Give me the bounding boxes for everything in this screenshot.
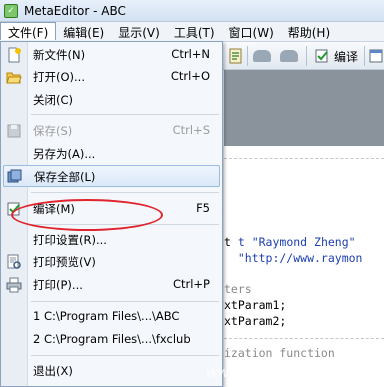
- menu-separator: [31, 224, 219, 225]
- toolbar-separator: [306, 46, 307, 66]
- menu-item-label: 新文件(N): [33, 48, 86, 62]
- toolbar-separator: [247, 46, 248, 66]
- printer-icon: [6, 277, 22, 293]
- menu-item-print-preview[interactable]: 打印预览(V): [3, 251, 220, 273]
- redo-icon: [280, 50, 298, 62]
- menu-item-shortcut: F5: [196, 201, 210, 215]
- watermark: www.eafxw.com EA外汇网: [206, 365, 384, 381]
- menu-item-print-setup[interactable]: 打印设置(R)...: [3, 229, 220, 251]
- code-line: ters: [224, 282, 252, 296]
- code-line: xtParam1;: [224, 298, 287, 312]
- new-file-icon: [8, 47, 21, 63]
- compile-icon: [7, 202, 20, 216]
- save-icon: [7, 124, 21, 138]
- menu-item-label: 保存全部(L): [34, 170, 96, 184]
- compile-label: 编译: [334, 49, 359, 64]
- menu-bar: 文件(F) 编辑(E) 显示(V) 工具(T) 窗口(W) 帮助(H): [0, 22, 384, 42]
- code-line: ization function: [224, 346, 335, 360]
- toolbar-more-button[interactable]: [369, 47, 383, 65]
- menu-tools[interactable]: 工具(T): [167, 22, 222, 40]
- menu-item-shortcut: Ctrl+S: [172, 123, 210, 137]
- compile-icon: [315, 49, 328, 63]
- menu-item-label: 关闭(C): [33, 93, 74, 107]
- undo-icon: [253, 50, 271, 62]
- menu-item-new-file[interactable]: 新文件(N) Ctrl+N: [3, 44, 220, 66]
- menu-item-label: 打印设置(R)...: [33, 233, 107, 247]
- menu-item-label: 打印(P)...: [33, 278, 83, 292]
- menu-item-label: 打印预览(V): [33, 255, 96, 269]
- toolbar-script-button[interactable]: [228, 47, 244, 65]
- menu-edit[interactable]: 编辑(E): [56, 22, 111, 40]
- print-preview-icon: [7, 254, 21, 269]
- menu-item-recent-1[interactable]: 1 C:\Program Files\...\ABC: [3, 306, 220, 328]
- code-line: xtParam2;: [224, 314, 287, 328]
- menu-file[interactable]: 文件(F): [0, 22, 57, 40]
- menu-separator: [31, 301, 219, 302]
- menu-item-save-all[interactable]: 保存全部(L): [3, 165, 220, 187]
- menu-item-compile[interactable]: 编译(M) F5: [3, 198, 220, 220]
- file-menu-dropdown: 新文件(N) Ctrl+N 打开(O)... Ctrl+O 关闭(C) 保存(S…: [0, 41, 223, 387]
- menu-item-save-as[interactable]: 另存为(A)...: [3, 143, 220, 165]
- title-bar: ✓ MetaEditor - ABC: [0, 0, 384, 22]
- menu-item-shortcut: Ctrl+O: [170, 69, 210, 83]
- editor-tab-area: [224, 70, 384, 146]
- menu-item-print[interactable]: 打印(P)... Ctrl+P: [3, 274, 220, 296]
- code-line: "http://www.raymon: [224, 251, 363, 265]
- window-title: MetaEditor - ABC: [24, 3, 126, 18]
- menu-item-save[interactable]: 保存(S) Ctrl+S: [3, 120, 220, 142]
- menu-item-shortcut: Ctrl+N: [171, 47, 210, 61]
- menu-item-exit[interactable]: 退出(X): [3, 360, 220, 382]
- code-editor[interactable]: t t "Raymond Zheng" "http://www.raymon t…: [224, 146, 384, 387]
- menu-separator: [31, 355, 219, 356]
- menu-separator: [31, 114, 219, 115]
- menu-item-label: 另存为(A)...: [33, 147, 96, 161]
- app-icon: ✓: [4, 3, 18, 18]
- window-icon: [369, 49, 383, 63]
- menu-item-open[interactable]: 打开(O)... Ctrl+O: [3, 66, 220, 88]
- code-divider: [224, 338, 384, 339]
- code-line: t t "Raymond Zheng": [224, 235, 356, 249]
- menu-view[interactable]: 显示(V): [111, 22, 167, 40]
- menu-item-shortcut: Ctrl+P: [172, 277, 210, 291]
- menu-separator: [31, 192, 219, 193]
- menu-item-label: 1 C:\Program Files\...\ABC: [33, 309, 180, 323]
- toolbar-separator: [364, 46, 365, 66]
- metaeditor-window: ✓ MetaEditor - ABC 文件(F) 编辑(E) 显示(V) 工具(…: [0, 0, 384, 387]
- menu-window[interactable]: 窗口(W): [222, 22, 281, 40]
- save-all-icon: [7, 169, 22, 183]
- redo-button[interactable]: [280, 47, 298, 65]
- code-string: t "Raymond Zheng": [237, 235, 356, 249]
- menu-item-label: 2 C:\Program Files\...\fxclub: [33, 332, 191, 346]
- open-folder-icon: [6, 72, 22, 84]
- menu-item-label: 编译(M): [33, 202, 75, 216]
- menu-item-recent-2[interactable]: 2 C:\Program Files\...\fxclub: [3, 329, 220, 351]
- menu-item-close[interactable]: 关闭(C): [3, 89, 220, 111]
- menu-help[interactable]: 帮助(H): [281, 22, 337, 40]
- menu-item-label: 打开(O)...: [33, 70, 85, 84]
- menu-item-label: 退出(X): [33, 364, 73, 378]
- menu-item-label: 保存(S): [33, 124, 73, 138]
- script-icon: [229, 48, 242, 64]
- undo-button[interactable]: [253, 47, 271, 65]
- code-divider: [224, 158, 384, 159]
- compile-button[interactable]: 编译: [314, 47, 358, 65]
